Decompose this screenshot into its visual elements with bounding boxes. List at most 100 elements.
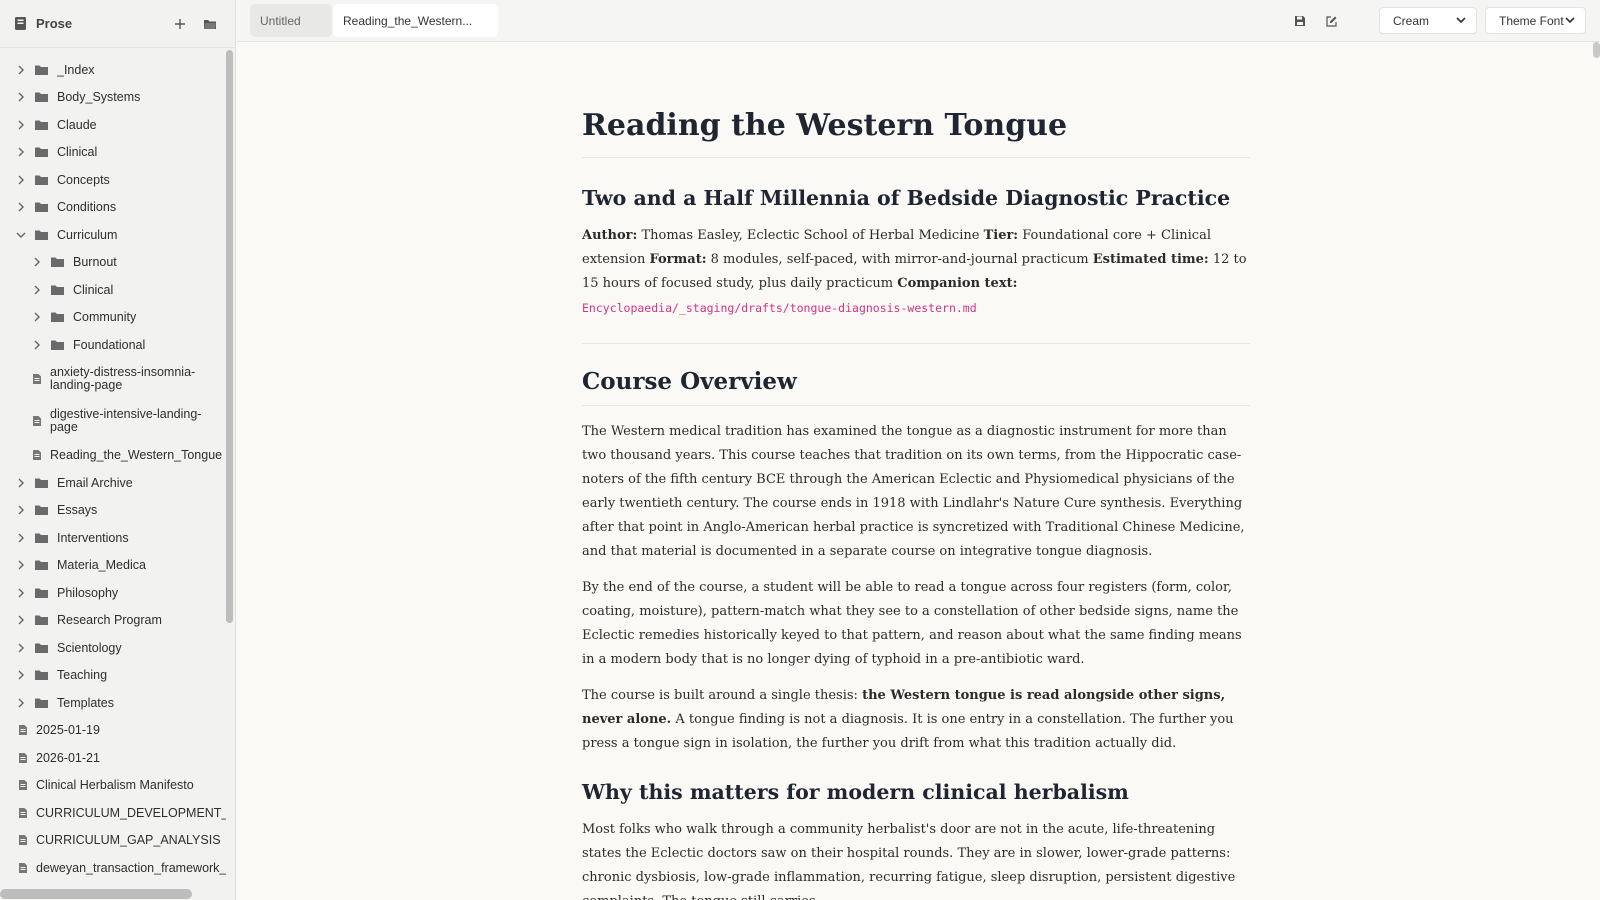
- tree-folder[interactable]: Interventions: [0, 524, 226, 552]
- chevron-right-icon[interactable]: [14, 613, 28, 627]
- tree-folder[interactable]: Community: [0, 304, 226, 332]
- tree-item-label: Foundational: [73, 337, 146, 352]
- chevron-right-icon[interactable]: [14, 641, 28, 655]
- font-select[interactable]: Theme Font: [1485, 7, 1586, 34]
- chevron-right-icon[interactable]: [14, 668, 28, 682]
- save-icon[interactable]: [1289, 10, 1311, 32]
- chevron-right-icon[interactable]: [14, 503, 28, 517]
- tab-bar: Untitled Reading_the_Western... Cream Th…: [237, 0, 1600, 42]
- tree-item-label: Essays: [57, 503, 98, 518]
- tree-item-label: Templates: [57, 695, 114, 710]
- chevron-right-icon[interactable]: [30, 255, 44, 269]
- chevron-right-icon[interactable]: [14, 173, 28, 187]
- folder-icon: [50, 284, 65, 296]
- tree-item-label: anxiety-distress-insomnia-landing-page: [50, 366, 196, 393]
- tree-folder[interactable]: Conditions: [0, 194, 226, 222]
- file-tree: _Index Body_Systems Claude Clinical Concepts…: [0, 56, 226, 882]
- tree-folder[interactable]: Concepts: [0, 166, 226, 194]
- tree-file[interactable]: CURRICULUM_DEVELOPMENT_PLA: [0, 799, 226, 827]
- folder-icon: [34, 146, 49, 158]
- theme-select[interactable]: Cream: [1379, 7, 1477, 34]
- tree-folder[interactable]: Clinical: [0, 276, 226, 304]
- tree-folder[interactable]: Foundational: [0, 331, 226, 359]
- tree-item-label: Interventions: [57, 530, 129, 545]
- tree-folder[interactable]: Clinical: [0, 139, 226, 167]
- tab-label: Untitled: [260, 13, 301, 28]
- chevron-down-icon: [1565, 17, 1575, 24]
- sidebar: Prose _Index Body_Systems Claude Clinical Co…: [0, 0, 236, 900]
- tree-folder[interactable]: Essays: [0, 497, 226, 525]
- chevron-right-icon[interactable]: [30, 283, 44, 297]
- folder-icon: [34, 91, 49, 103]
- tab-reading-the-western[interactable]: Reading_the_Western...: [333, 4, 498, 37]
- folder-icon: [50, 256, 65, 268]
- tree-folder[interactable]: Curriculum: [0, 221, 226, 249]
- chevron-down-icon: [1456, 17, 1466, 24]
- chevron-right-icon[interactable]: [14, 200, 28, 214]
- tree-file[interactable]: deweyan_transaction_framework_su: [0, 854, 226, 882]
- tree-folder[interactable]: _Index: [0, 56, 226, 84]
- tree-item-label: _Index: [57, 62, 95, 77]
- tree-item-label: Scientology: [57, 640, 122, 655]
- tab-label: Reading_the_Western...: [343, 13, 473, 28]
- new-file-button[interactable]: [169, 13, 191, 35]
- tree-file[interactable]: 2025-01-19: [0, 717, 226, 745]
- folder-icon: [34, 201, 49, 213]
- tree-folder[interactable]: Claude: [0, 111, 226, 139]
- chevron-right-icon[interactable]: [14, 90, 28, 104]
- tree-item-label: Curriculum: [57, 227, 118, 242]
- tree-folder[interactable]: Body_Systems: [0, 84, 226, 112]
- sidebar-horizontal-scrollbar[interactable]: [0, 889, 192, 899]
- folder-icon: [50, 311, 65, 323]
- tree-file[interactable]: digestive-intensive-landing-page: [0, 400, 226, 442]
- tree-folder[interactable]: Materia_Medica: [0, 552, 226, 580]
- tab-untitled[interactable]: Untitled: [250, 4, 332, 37]
- document-scrollbar[interactable]: [1592, 42, 1600, 900]
- folder-icon: [34, 697, 49, 709]
- tier-label: Tier:: [983, 228, 1019, 243]
- tree-file[interactable]: Clinical Herbalism Manifesto: [0, 772, 226, 800]
- tree-folder[interactable]: Research Program: [0, 607, 226, 635]
- folder-icon: [34, 669, 49, 681]
- tree-file[interactable]: anxiety-distress-insomnia-landing-page: [0, 359, 226, 401]
- tree-item-label: deweyan_transaction_framework_su: [36, 860, 226, 875]
- tree-folder[interactable]: Philosophy: [0, 579, 226, 607]
- chevron-right-icon[interactable]: [14, 696, 28, 710]
- chevron-right-icon[interactable]: [14, 586, 28, 600]
- tree-item-label: Research Program: [57, 613, 162, 628]
- chevron-right-icon[interactable]: [30, 338, 44, 352]
- file-icon: [18, 862, 28, 874]
- author-label: Author:: [582, 228, 638, 243]
- tree-item-label: Email Archive: [57, 475, 133, 490]
- chevron-right-icon[interactable]: [14, 118, 28, 132]
- tree-folder[interactable]: Scientology: [0, 634, 226, 662]
- chevron-right-icon[interactable]: [14, 476, 28, 490]
- companion-path: Encyclopaedia/_staging/drafts/tongue-dia…: [582, 301, 977, 315]
- chevron-right-icon[interactable]: [14, 145, 28, 159]
- folder-icon: [34, 64, 49, 76]
- tree-file[interactable]: Reading_the_Western_Tongue: [0, 442, 226, 470]
- edit-icon[interactable]: [1320, 10, 1342, 32]
- tree-folder[interactable]: Email Archive: [0, 469, 226, 497]
- folder-open-icon: [204, 19, 216, 29]
- tree-folder[interactable]: Templates: [0, 689, 226, 717]
- chevron-right-icon[interactable]: [30, 310, 44, 324]
- paragraph: The course is built around a single thes…: [582, 684, 1250, 756]
- chevron-right-icon[interactable]: [14, 531, 28, 545]
- chevron-down-icon[interactable]: [14, 228, 28, 242]
- tree-folder[interactable]: Teaching: [0, 662, 226, 690]
- open-folder-button[interactable]: [199, 13, 221, 35]
- chevron-right-icon[interactable]: [14, 558, 28, 572]
- tree-item-label: Teaching: [57, 668, 108, 683]
- sidebar-header: Prose: [0, 0, 235, 48]
- sidebar-scrollbar[interactable]: [226, 50, 233, 623]
- tree-file[interactable]: CURRICULUM_GAP_ANALYSIS: [0, 827, 226, 855]
- file-icon: [18, 807, 28, 819]
- chevron-right-icon[interactable]: [14, 63, 28, 77]
- tree-folder[interactable]: Burnout: [0, 249, 226, 277]
- file-icon: [32, 415, 42, 427]
- folder-icon: [34, 532, 49, 544]
- tree-file[interactable]: 2026-01-21: [0, 744, 226, 772]
- file-icon: [18, 779, 28, 791]
- tree-item-label: Clinical Herbalism Manifesto: [36, 778, 194, 793]
